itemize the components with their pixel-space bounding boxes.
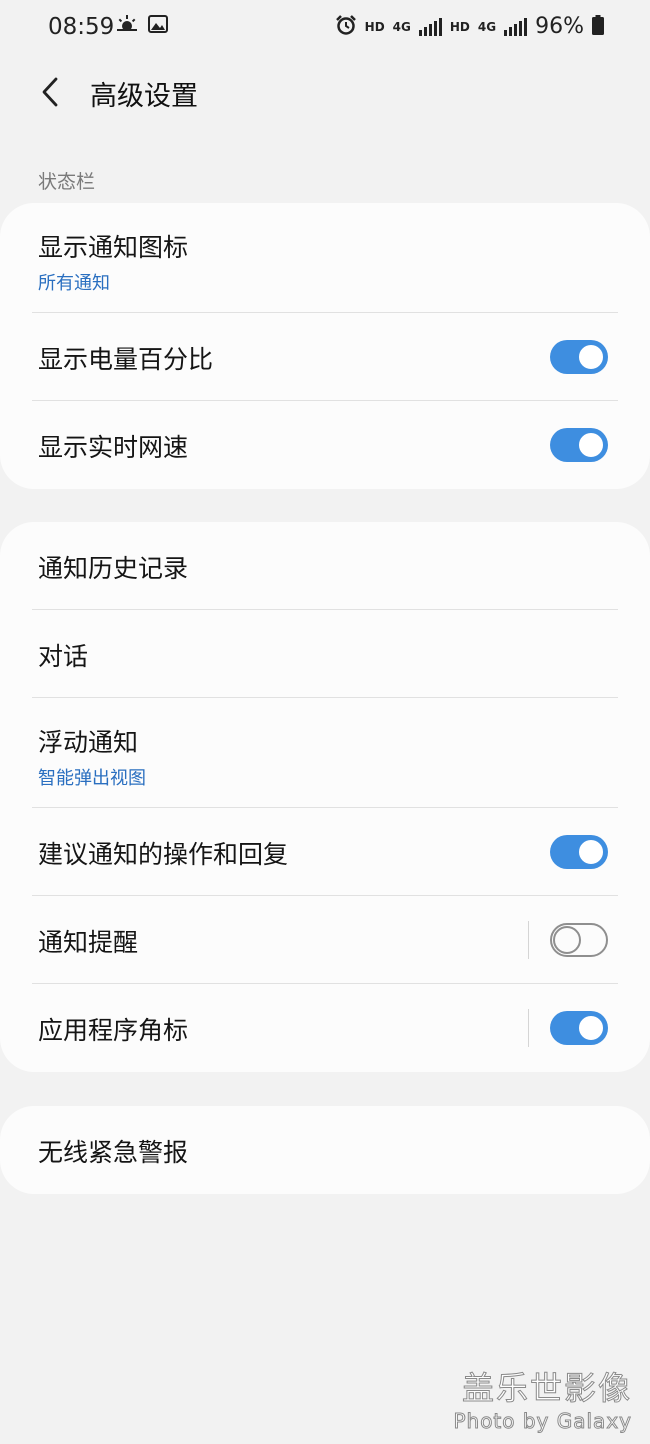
app-icon-badges-toggle[interactable] bbox=[550, 1011, 608, 1045]
back-button[interactable] bbox=[34, 72, 74, 112]
weather-icon bbox=[116, 14, 138, 38]
emergency-alerts-card: 无线紧急警报 bbox=[0, 1106, 650, 1194]
setting-title: 对话 bbox=[38, 642, 89, 671]
status-bar-settings-card: 显示通知图标 所有通知 显示电量百分比 显示实时网速 bbox=[0, 203, 650, 489]
setting-title: 无线紧急警报 bbox=[38, 1138, 189, 1167]
vertical-separator bbox=[528, 1009, 529, 1047]
setting-title: 显示实时网速 bbox=[38, 433, 189, 462]
page-title: 高级设置 bbox=[90, 81, 198, 112]
signal-strength-icon bbox=[418, 17, 442, 36]
battery-percentage-toggle[interactable] bbox=[550, 340, 608, 374]
hd-icon: HD bbox=[364, 19, 385, 34]
suggested-actions-toggle[interactable] bbox=[550, 835, 608, 869]
setting-show-battery-percentage[interactable]: 显示电量百分比 bbox=[0, 313, 650, 401]
setting-wireless-emergency-alerts[interactable]: 无线紧急警报 bbox=[0, 1106, 650, 1194]
battery-percent: 96% bbox=[535, 14, 584, 39]
setting-subtitle: 所有通知 bbox=[38, 273, 110, 294]
battery-icon bbox=[592, 15, 604, 38]
watermark-line1: 盖乐世影像 bbox=[461, 1369, 632, 1408]
setting-conversations[interactable]: 对话 bbox=[0, 610, 650, 698]
app-header: 高级设置 bbox=[0, 60, 650, 124]
setting-title: 通知历史记录 bbox=[38, 554, 189, 583]
setting-title: 浮动通知 bbox=[38, 728, 139, 757]
image-icon bbox=[148, 14, 168, 38]
setting-title: 显示电量百分比 bbox=[38, 345, 214, 374]
alarm-icon bbox=[335, 14, 357, 39]
setting-notification-reminders[interactable]: 通知提醒 bbox=[0, 896, 650, 984]
setting-title: 建议通知的操作和回复 bbox=[38, 840, 289, 869]
status-bar: 08:59 HD 4G HD 4G 96% bbox=[0, 0, 650, 56]
setting-subtitle: 智能弹出视图 bbox=[38, 768, 146, 789]
watermark-line2: Photo by Galaxy bbox=[453, 1409, 632, 1434]
vertical-separator bbox=[528, 921, 529, 959]
chevron-left-icon bbox=[42, 77, 58, 107]
setting-title: 通知提醒 bbox=[38, 928, 139, 957]
4g-label: 4G bbox=[392, 19, 411, 34]
network-speed-toggle[interactable] bbox=[550, 428, 608, 462]
4g-label-2: 4G bbox=[477, 19, 497, 34]
signal-strength-icon-2 bbox=[504, 17, 528, 36]
photo-watermark: 盖乐世影像 Photo by Galaxy bbox=[453, 1363, 632, 1434]
status-time: 08:59 bbox=[48, 14, 115, 40]
section-label-status-bar: 状态栏 bbox=[38, 171, 96, 193]
notification-settings-card: 通知历史记录 对话 浮动通知 智能弹出视图 建议通知的操作和回复 通知提醒 应用… bbox=[0, 522, 650, 1072]
setting-floating-notifications[interactable]: 浮动通知 智能弹出视图 bbox=[0, 698, 650, 808]
setting-notification-history[interactable]: 通知历史记录 bbox=[0, 522, 650, 610]
notification-reminders-toggle[interactable] bbox=[550, 923, 608, 957]
hd-icon-2: HD bbox=[449, 19, 470, 34]
setting-app-icon-badges[interactable]: 应用程序角标 bbox=[0, 984, 650, 1072]
setting-suggested-actions-replies[interactable]: 建议通知的操作和回复 bbox=[0, 808, 650, 896]
setting-show-network-speed[interactable]: 显示实时网速 bbox=[0, 401, 650, 489]
setting-title: 显示通知图标 bbox=[38, 233, 189, 262]
setting-title: 应用程序角标 bbox=[38, 1016, 189, 1045]
setting-show-notification-icons[interactable]: 显示通知图标 所有通知 bbox=[0, 203, 650, 313]
